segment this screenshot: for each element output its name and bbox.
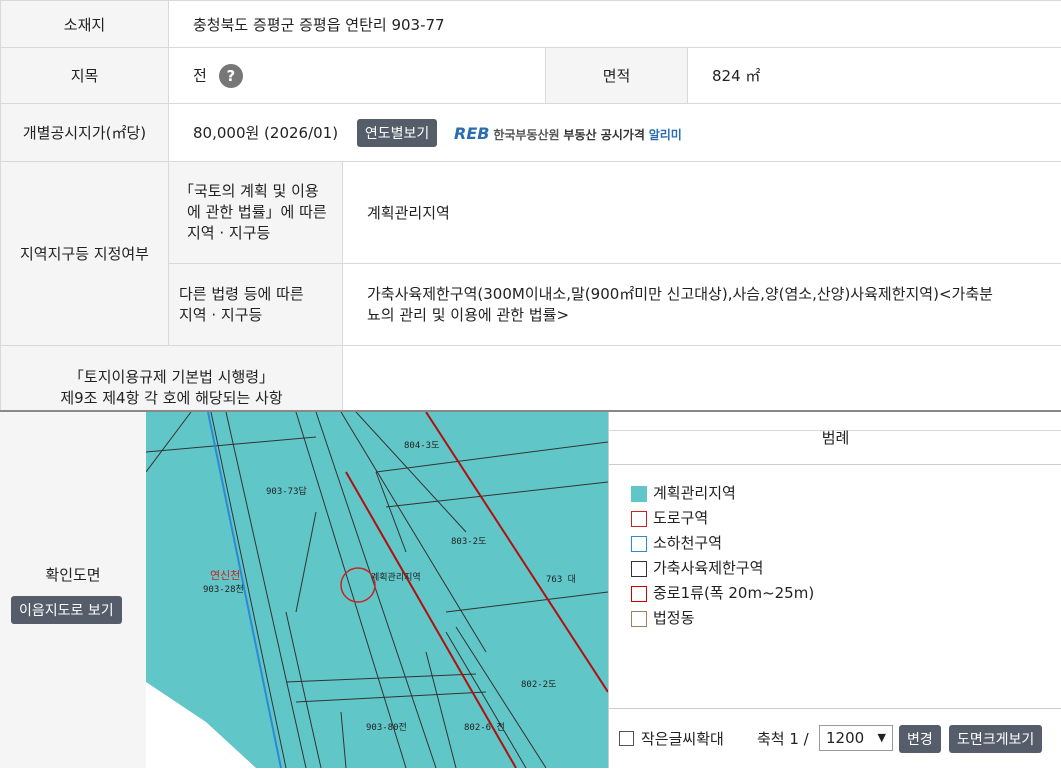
reb-alimi: 알리미 [649,128,682,142]
swatch-icon [631,611,647,627]
location-label: 소재지 [1,1,169,48]
parcel-label: 903-80전 [366,722,407,733]
help-icon[interactable]: ? [219,64,243,88]
jimok-value: 전 [193,66,207,84]
small-text-checkbox[interactable] [619,731,634,746]
legend-item: 계획관리지역 [631,481,1061,506]
reb-service: 부동산 공시가격 [563,128,644,142]
small-text-label[interactable]: 작은글씨확대 [641,728,724,749]
parcel-label: 803-2도 [451,537,486,547]
parcel-label: 903-28천 [203,584,244,595]
swatch-icon [631,486,647,502]
cadastral-map[interactable]: 804-3도 903-73답 803-2도 계획관리지역 903-28천 763… [146,412,608,768]
map-controls: 작은글씨확대 축척 1 / 1200▼ 변경 도면크게보기 [609,708,1061,769]
parcel-label: 763 대 [546,574,576,585]
location-value: 충청북도 증평군 증평읍 연탄리 903-77 [169,1,1061,48]
map-section: 확인도면 이음지도로 보기 [0,410,1061,768]
law1-value: 계획관리지역 [343,162,1061,264]
legend-item: 가축사육제한구역 [631,556,1061,581]
map-drawing: 804-3도 903-73답 803-2도 계획관리지역 903-28천 763… [146,412,608,768]
swatch-icon [631,586,647,602]
reb-alimi-link[interactable]: REB 한국부동산원 부동산 공시가격 알리미 [454,124,682,143]
price-cell: 80,000원 (2026/01) 연도별보기 REB 한국부동산원 부동산 공… [169,104,1061,162]
swatch-icon [631,561,647,577]
reb-org: 한국부동산원 [493,128,559,142]
price-value: 80,000원 (2026/01) [193,124,338,142]
parcel-label: 802-6 전 [464,722,505,733]
chevron-down-icon: ▼ [878,726,886,750]
stream-label: 연신천 [210,568,240,582]
parcel-label: 계획관리지역 [371,571,421,583]
map-label-cell: 확인도면 이음지도로 보기 [0,412,147,768]
scale-select[interactable]: 1200▼ [819,725,893,751]
legend-panel: 범례 계획관리지역 도로구역 소하천구역 가축사육제한구역 중로1류(폭 20m… [608,412,1061,768]
parcel-label: 903-73답 [266,485,307,497]
land-info-table: 소재지 충청북도 증평군 증평읍 연탄리 903-77 지목 전? 면적 824… [0,0,1061,431]
swatch-icon [631,536,647,552]
legend-list: 계획관리지역 도로구역 소하천구역 가축사육제한구역 중로1류(폭 20m~25… [631,481,1061,631]
scale-label: 축척 1 / [757,728,809,749]
price-label: 개별공시지가(㎡당) [1,104,169,162]
legend-title: 범례 [609,412,1061,465]
law2-label: 다른 법령 등에 따른 지역 · 지구등 [169,264,343,346]
change-button[interactable]: 변경 [899,725,941,753]
legend-item: 법정동 [631,606,1061,631]
reb-logo: REB [454,124,489,143]
jimok-label: 지목 [1,48,169,104]
map-label: 확인도면 [0,564,146,585]
yearly-view-button[interactable]: 연도별보기 [357,119,437,147]
swatch-icon [631,511,647,527]
zone-label: 지역지구등 지정여부 [1,162,169,346]
area-label: 면적 [546,48,688,104]
area-value: 824 ㎡ [688,48,1061,104]
legend-item: 도로구역 [631,506,1061,531]
legend-item: 소하천구역 [631,531,1061,556]
law2-value: 가축사육제한구역(300M이내소,말(900㎡미만 신고대상),사슴,양(염소,… [343,264,1061,346]
jimok-cell: 전? [169,48,546,104]
open-map-button[interactable]: 이음지도로 보기 [11,596,122,624]
law1-label: 「국토의 계획 및 이용 에 관한 법률」에 따른 지역 · 지구등 [169,162,343,264]
parcel-label: 804-3도 [404,441,439,451]
enlarge-map-button[interactable]: 도면크게보기 [949,725,1042,753]
parcel-label: 802-2도 [521,680,556,690]
legend-item: 중로1류(폭 20m~25m) [631,581,1061,606]
